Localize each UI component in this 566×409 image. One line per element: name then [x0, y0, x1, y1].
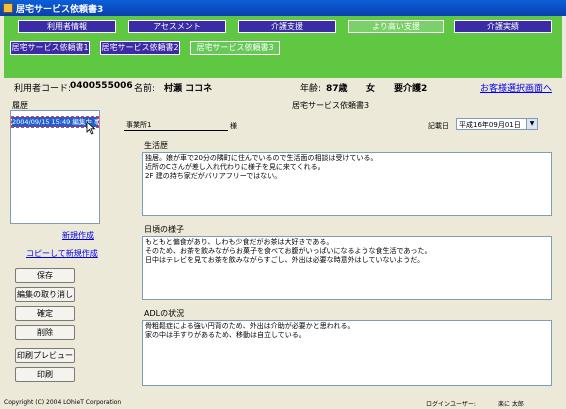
- daily-life-box: もともと偏食があり、しわも少食だがお茶は大好きである。 そのため、お茶を飲みなが…: [142, 236, 552, 300]
- date-select[interactable]: 平成16年09月01日 ▼: [456, 118, 538, 130]
- user-code: 0400555006: [70, 81, 133, 91]
- cancel-edit-button[interactable]: 編集の取り消し: [15, 287, 75, 302]
- patient-age: 87歳: [326, 84, 348, 94]
- tab-assessment[interactable]: アセスメント: [128, 20, 226, 33]
- app-icon: [3, 3, 13, 13]
- subtab-request-3[interactable]: 居宅サービス依頼書3: [190, 41, 280, 55]
- daily-life-textarea[interactable]: もともと偏食があり、しわも少食だがお茶は大好きである。 そのため、お茶を飲みなが…: [142, 236, 552, 300]
- main-form: 居宅サービス依頼書3 様 記載日 平成16年09月01日 ▼ 生活歴 独居。娘が…: [116, 96, 562, 400]
- date-label: 記載日: [428, 122, 449, 130]
- login-label: ログインユーザー:: [426, 401, 476, 408]
- login-user: 楽に 太郎: [498, 401, 524, 408]
- page-title: 居宅サービス依頼書3: [292, 101, 370, 110]
- mouse-cursor-icon: [86, 121, 96, 135]
- tab-user-info[interactable]: 利用者情報: [18, 20, 116, 33]
- adl-box: 骨粗鬆症による強い円背のため、外出は介助が必要かと思われる。 家の中は手すりがあ…: [142, 320, 552, 386]
- header-panel: 利用者情報 アセスメント 介護支援 より高い支援 介護実績 居宅サービス依頼書1…: [4, 16, 562, 78]
- name-label: 名前:: [134, 84, 156, 94]
- life-history-textarea[interactable]: 独居。娘が車で20分の隣町に住んでいるので生活面の相談は受けている。 近所のCさ…: [142, 152, 552, 216]
- subtab-request-2[interactable]: 居宅サービス依頼書2: [100, 41, 180, 55]
- footer: Copyright (C) 2004 LOhieT Corporation ログ…: [0, 399, 566, 409]
- adl-label: ADLの状況: [144, 309, 185, 318]
- patient-info-bar: 利用者コード: 0400555006 名前: 村瀬 ココネ 年齢: 87歳 女 …: [4, 78, 562, 96]
- patient-name: 村瀬 ココネ: [164, 84, 213, 94]
- chevron-down-icon[interactable]: ▼: [526, 119, 537, 129]
- life-history-box: 独居。娘が車で20分の隣町に住んでいるので生活面の相談は受けている。 近所のCさ…: [142, 152, 552, 216]
- print-preview-button[interactable]: 印刷プレビュー: [15, 348, 75, 363]
- daily-life-label: 日頃の様子: [144, 225, 184, 234]
- copy-new-link[interactable]: コピーして新規作成: [26, 248, 98, 259]
- tab-care-support[interactable]: 介護支援: [238, 20, 336, 33]
- tab-care-results[interactable]: 介護実績: [454, 20, 552, 33]
- customer-select-link[interactable]: お客様選択画面へ: [480, 81, 552, 94]
- care-level: 要介護2: [394, 84, 428, 94]
- honorific: 様: [230, 122, 237, 130]
- age-label: 年齢:: [300, 84, 322, 94]
- print-button[interactable]: 印刷: [15, 367, 75, 382]
- confirm-button[interactable]: 確定: [15, 306, 75, 321]
- patient-sex: 女: [366, 84, 376, 94]
- new-link[interactable]: 新規作成: [62, 230, 94, 241]
- delete-button[interactable]: 削除: [15, 325, 75, 340]
- life-history-label: 生活歴: [144, 141, 168, 150]
- left-panel: 履歴 2004/09/15 15:49 編集中 事業者 新規作成 コピーして新規…: [4, 96, 114, 400]
- copyright: Copyright (C) 2004 LOhieT Corporation: [4, 399, 122, 406]
- save-button[interactable]: 保存: [15, 268, 75, 283]
- adl-textarea[interactable]: 骨粗鬆症による強い円背のため、外出は介助が必要かと思われる。 家の中は手すりがあ…: [142, 320, 552, 386]
- title-bar: 居宅サービス依頼書3: [0, 0, 566, 16]
- window-title: 居宅サービス依頼書3: [16, 5, 104, 15]
- subtab-request-1[interactable]: 居宅サービス依頼書1: [10, 41, 90, 55]
- office-name-input[interactable]: [124, 120, 228, 131]
- date-value: 平成16年09月01日: [459, 121, 521, 129]
- tab-higher-support[interactable]: より高い支援: [348, 20, 444, 33]
- user-code-label: 利用者コード:: [14, 84, 72, 94]
- history-list[interactable]: 2004/09/15 15:49 編集中 事業者: [10, 110, 100, 224]
